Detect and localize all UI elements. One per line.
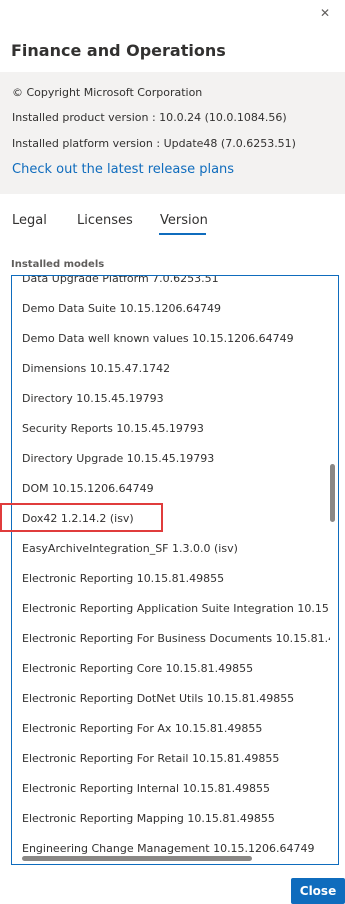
list-item: Electronic Reporting Core 10.15.81.49855 xyxy=(22,662,254,675)
tab-version[interactable]: Version xyxy=(160,213,208,228)
list-item: Electronic Reporting DotNet Utils 10.15.… xyxy=(22,692,295,705)
list-item: Electronic Reporting For Ax 10.15.81.498… xyxy=(22,722,263,735)
release-plans-link[interactable]: Check out the latest release plans xyxy=(12,162,234,177)
tab-legal[interactable]: Legal xyxy=(12,213,47,228)
copyright-text: © Copyright Microsoft Corporation xyxy=(12,86,203,99)
list-item: Electronic Reporting Application Suite I… xyxy=(22,602,330,615)
tab-licenses[interactable]: Licenses xyxy=(77,213,133,228)
vertical-scrollbar-thumb[interactable] xyxy=(330,464,335,522)
horizontal-scrollbar-thumb[interactable] xyxy=(22,856,252,861)
models-list-viewport: Data Upgrade Platform 7.0.6253.51 Demo D… xyxy=(12,276,330,864)
close-icon[interactable]: ✕ xyxy=(318,6,332,20)
list-item: Electronic Reporting For Business Docume… xyxy=(22,632,330,645)
platform-version-text: Installed platform version : Update48 (7… xyxy=(12,137,296,150)
list-item: Directory Upgrade 10.15.45.19793 xyxy=(22,452,215,465)
list-item: Directory 10.15.45.19793 xyxy=(22,392,164,405)
list-item: Demo Data Suite 10.15.1206.64749 xyxy=(22,302,221,315)
list-item: Demo Data well known values 10.15.1206.6… xyxy=(22,332,294,345)
product-version-text: Installed product version : 10.0.24 (10.… xyxy=(12,111,287,124)
tab-selected-indicator xyxy=(159,233,206,235)
tab-bar: Legal Licenses Version xyxy=(0,205,345,245)
installed-models-list[interactable]: Data Upgrade Platform 7.0.6253.51 Demo D… xyxy=(11,275,339,865)
about-dialog: ✕ Finance and Operations © Copyright Mic… xyxy=(0,0,345,904)
list-item: Electronic Reporting Internal 10.15.81.4… xyxy=(22,782,271,795)
list-item: Electronic Reporting Mapping 10.15.81.49… xyxy=(22,812,275,825)
installed-models-label: Installed models xyxy=(11,259,105,270)
list-item: Electronic Reporting For Retail 10.15.81… xyxy=(22,752,280,765)
dialog-title: Finance and Operations xyxy=(11,41,226,60)
close-button[interactable]: Close xyxy=(291,878,345,904)
list-item: Security Reports 10.15.45.19793 xyxy=(22,422,204,435)
list-item: Data Upgrade Platform 7.0.6253.51 xyxy=(22,276,219,285)
list-item: Electronic Reporting 10.15.81.49855 xyxy=(22,572,225,585)
list-item: DOM 10.15.1206.64749 xyxy=(22,482,154,495)
list-item: EasyArchiveIntegration_SF 1.3.0.0 (isv) xyxy=(22,542,238,555)
list-item: Dimensions 10.15.47.1742 xyxy=(22,362,171,375)
list-item-dox42: Dox42 1.2.14.2 (isv) xyxy=(22,512,134,525)
